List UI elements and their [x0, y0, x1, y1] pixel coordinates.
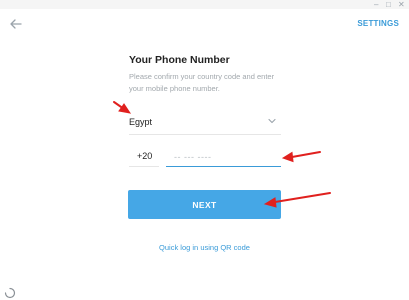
country-name: Egypt	[129, 117, 153, 127]
back-arrow-icon[interactable]	[8, 16, 24, 32]
maximize-icon[interactable]: □	[386, 0, 391, 9]
page-title: Your Phone Number	[129, 54, 230, 66]
country-code-field[interactable]: +20	[129, 143, 159, 167]
next-button[interactable]: NEXT	[128, 190, 281, 219]
back-arrow-glyph	[10, 19, 22, 29]
chevron-down-icon	[268, 118, 276, 124]
loading-spinner-icon	[4, 287, 16, 299]
phone-number-input[interactable]	[166, 148, 281, 167]
window-titlebar: – □ ✕	[0, 0, 409, 9]
close-icon[interactable]: ✕	[398, 0, 405, 9]
country-select[interactable]: Egypt	[129, 111, 281, 135]
settings-button[interactable]: SETTINGS	[357, 19, 399, 28]
annotation-arrow-phone	[281, 151, 321, 163]
instruction-text: Please confirm your country code and ent…	[129, 72, 275, 93]
annotation-arrow-country	[113, 101, 132, 114]
minimize-icon[interactable]: –	[374, 0, 378, 9]
country-code: +20	[137, 151, 153, 161]
qr-login-link[interactable]: Quick log in using QR code	[0, 243, 409, 252]
